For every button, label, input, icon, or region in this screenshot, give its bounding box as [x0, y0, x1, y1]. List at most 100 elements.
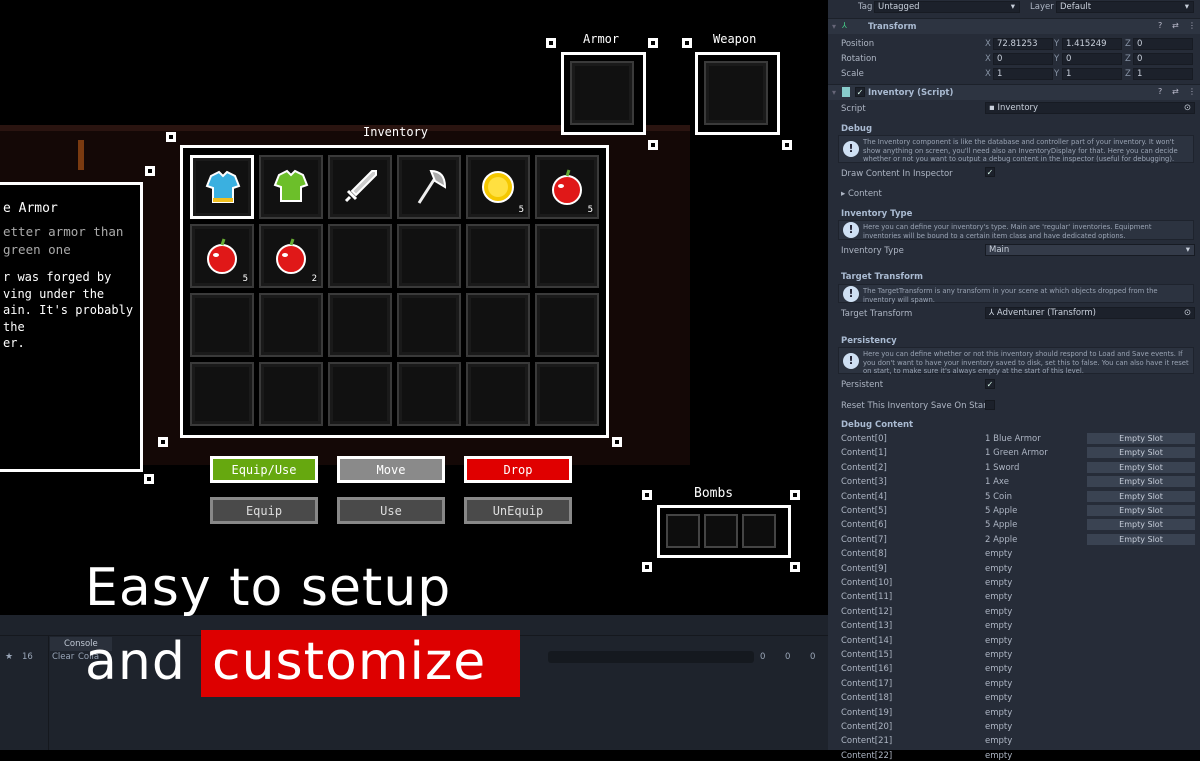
inventory-slot[interactable]: [259, 293, 323, 357]
inventory-slot[interactable]: [328, 293, 392, 357]
help-text: The TargetTransform is any transform in …: [863, 287, 1158, 304]
inventory-slot[interactable]: 2: [259, 224, 323, 288]
foldout-arrow-icon[interactable]: ▾: [832, 88, 836, 97]
drop-button[interactable]: Drop: [464, 456, 572, 483]
foldout-arrow-icon[interactable]: ▾: [832, 22, 836, 31]
inventory-slot[interactable]: [535, 362, 599, 426]
target-transform-field[interactable]: ⅄ Adventurer (Transform) ⊙: [985, 307, 1195, 319]
inventory-slot[interactable]: [259, 155, 323, 219]
transform-y-field[interactable]: 1: [1062, 68, 1122, 80]
transform-x-field[interactable]: 0: [993, 53, 1053, 65]
content-row-value: empty: [985, 592, 1013, 603]
content-row-label: Content[21]: [841, 736, 893, 747]
transform-header[interactable]: ▾ ⅄ Transform ? ⇄ ⋮: [828, 18, 1200, 34]
content-row-label: Content[7]: [841, 534, 887, 545]
apple-icon: [276, 238, 306, 274]
move-button[interactable]: Move: [337, 456, 445, 483]
empty-slot-button[interactable]: Empty Slot: [1087, 519, 1195, 531]
hidden-count[interactable]: 16: [22, 652, 33, 662]
sword-icon: [344, 170, 377, 203]
persistent-checkbox[interactable]: ✓: [985, 379, 995, 389]
inventory-slot[interactable]: [190, 362, 254, 426]
content-row-label: Content[14]: [841, 635, 893, 646]
inventory-slot[interactable]: [328, 224, 392, 288]
equip-use-button[interactable]: Equip/Use: [210, 456, 318, 483]
inventory-script-header[interactable]: ▾ ✓ Inventory (Script) ? ⇄ ⋮: [828, 84, 1200, 100]
clear-button[interactable]: Clear: [52, 652, 74, 662]
transform-z-field[interactable]: 0: [1133, 53, 1193, 65]
inventory-slot[interactable]: [535, 293, 599, 357]
inventory-slot[interactable]: [190, 155, 254, 219]
reset-save-checkbox[interactable]: [985, 400, 995, 410]
empty-slot-button[interactable]: Empty Slot: [1087, 461, 1195, 473]
inventory-slot[interactable]: [328, 362, 392, 426]
console-search-input[interactable]: [548, 651, 754, 663]
layer-dropdown[interactable]: Default ▾: [1056, 1, 1194, 13]
component-enabled-checkbox[interactable]: ✓: [855, 87, 865, 97]
bombs-panel: [657, 505, 791, 558]
inventory-slot[interactable]: [466, 224, 530, 288]
corner-marker: [790, 562, 800, 572]
bomb-slot[interactable]: [742, 514, 776, 548]
inventory-slot[interactable]: 5: [535, 155, 599, 219]
transform-z-field[interactable]: 0: [1133, 38, 1193, 50]
axis-label: Y: [1054, 39, 1060, 49]
more-menu-icon[interactable]: ⋮: [1188, 21, 1196, 30]
weapon-slot[interactable]: [704, 61, 768, 125]
inventory-slot[interactable]: [328, 155, 392, 219]
use-button[interactable]: Use: [337, 497, 445, 524]
help-icon[interactable]: ?: [1158, 21, 1162, 30]
inventory-slot[interactable]: [397, 293, 461, 357]
inventory-slot[interactable]: [466, 362, 530, 426]
inventory-slot[interactable]: [466, 293, 530, 357]
inventory-slot[interactable]: 5: [190, 224, 254, 288]
transform-y-field[interactable]: 1.415249: [1062, 38, 1122, 50]
transform-x-field[interactable]: 1: [993, 68, 1053, 80]
empty-slot-button[interactable]: Empty Slot: [1087, 490, 1195, 502]
inventory-slot[interactable]: [397, 362, 461, 426]
transform-row-label: Position: [841, 39, 875, 49]
text-line: ving under the: [3, 286, 105, 301]
item-count: 5: [242, 274, 248, 284]
empty-slot-button[interactable]: Empty Slot: [1087, 505, 1195, 516]
inventory-slot[interactable]: [190, 293, 254, 357]
log-count[interactable]: 0: [810, 652, 815, 662]
inventory-slot[interactable]: 5: [466, 155, 530, 219]
equip-button[interactable]: Equip: [210, 497, 318, 524]
empty-slot-button[interactable]: Empty Slot: [1087, 433, 1195, 444]
empty-slot-button[interactable]: Empty Slot: [1087, 447, 1195, 459]
transform-icon: ⅄: [842, 21, 847, 30]
transform-y-field[interactable]: 0: [1062, 53, 1122, 65]
content-row-label: Content[20]: [841, 722, 893, 732]
tag-dropdown[interactable]: Untagged ▾: [874, 1, 1020, 13]
headline-line2-highlight: customize: [212, 632, 487, 692]
warning-count[interactable]: 0: [785, 652, 790, 662]
help-icon[interactable]: ?: [1158, 87, 1162, 96]
corner-marker: [648, 38, 658, 48]
empty-slot-button[interactable]: Empty Slot: [1087, 533, 1195, 545]
favorites-icon[interactable]: ★: [5, 652, 13, 662]
error-count[interactable]: 0: [760, 652, 765, 662]
preset-icon[interactable]: ⇄: [1172, 21, 1179, 30]
transform-x-field[interactable]: 72.81253: [993, 38, 1053, 50]
transform-z-field[interactable]: 1: [1133, 68, 1193, 80]
inventory-type-dropdown[interactable]: Main ▾: [985, 244, 1195, 256]
bomb-slot[interactable]: [666, 514, 700, 548]
empty-slot-button[interactable]: Empty Slot: [1087, 476, 1195, 488]
content-row-label: Content[0]: [841, 434, 887, 444]
inventory-slot[interactable]: [535, 224, 599, 288]
content-foldout[interactable]: ▸ Content: [841, 189, 882, 199]
draw-content-checkbox[interactable]: ✓: [985, 167, 995, 177]
item-count: 5: [587, 205, 593, 215]
script-field[interactable]: ▪ Inventory ⊙: [985, 102, 1195, 114]
armor-slot[interactable]: [570, 61, 634, 125]
inventory-slot[interactable]: [397, 155, 461, 219]
more-menu-icon[interactable]: ⋮: [1188, 87, 1196, 96]
text-line: etter armor than: [3, 224, 124, 239]
inventory-slot[interactable]: [259, 362, 323, 426]
unequip-button[interactable]: UnEquip: [464, 497, 572, 524]
bomb-slot[interactable]: [704, 514, 738, 548]
inventory-slot[interactable]: [397, 224, 461, 288]
preset-icon[interactable]: ⇄: [1172, 87, 1179, 96]
script-icon: [842, 87, 850, 97]
